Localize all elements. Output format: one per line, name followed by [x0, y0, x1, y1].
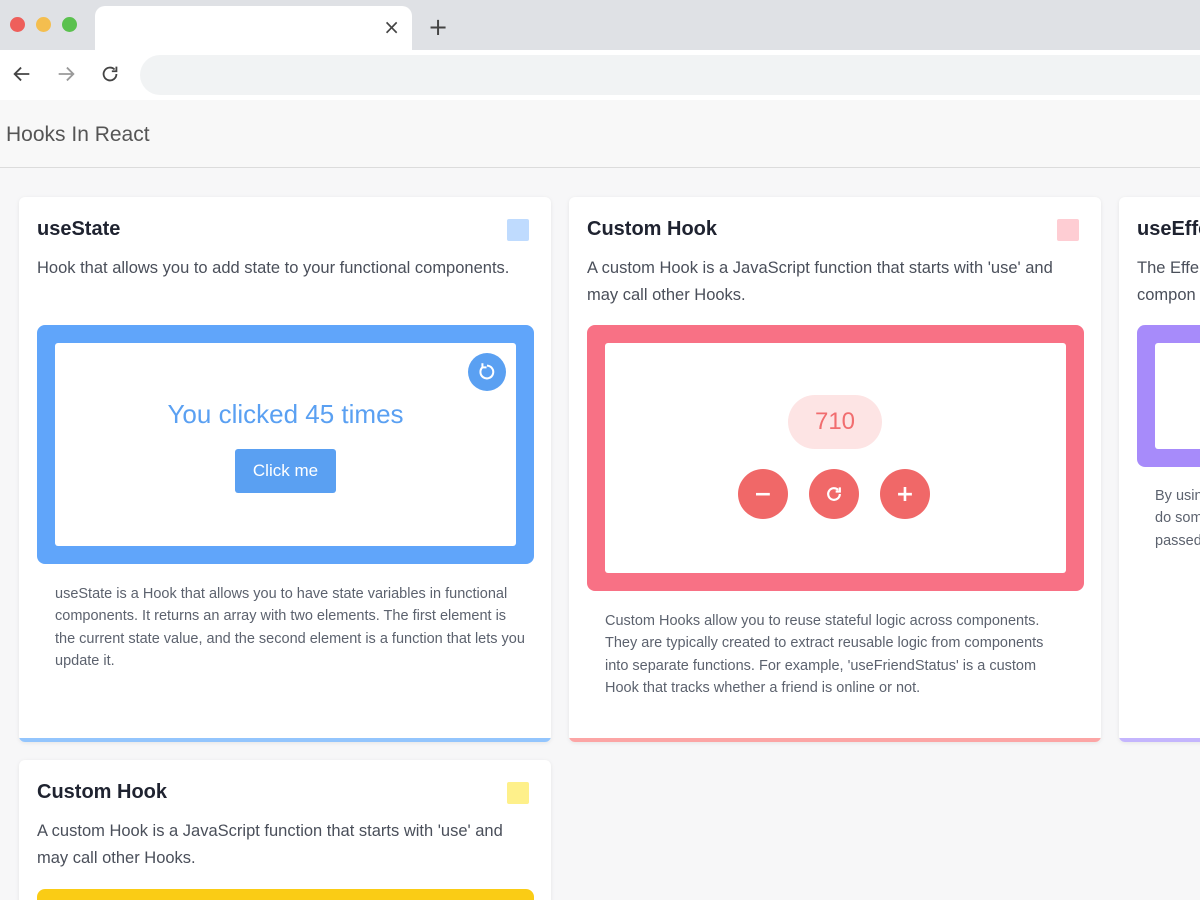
card-note: By usin do som passed	[1155, 485, 1200, 552]
click-me-button[interactable]: Click me	[235, 449, 336, 493]
note-line: passed	[1155, 532, 1200, 549]
card-note: Custom Hooks allow you to reuse stateful…	[605, 613, 1044, 696]
demo-panel: 710 − +	[605, 343, 1066, 573]
card-title: useEffe	[1137, 218, 1200, 240]
reload-icon[interactable]	[96, 60, 124, 88]
card-useeffect: useEffe The Effe compon By usin do som p…	[1119, 197, 1200, 742]
counter-value: 710	[788, 395, 882, 449]
new-tab-icon[interactable]: +	[428, 14, 448, 40]
card-title: Custom Hook	[37, 781, 167, 803]
demo-frame: 710 − +	[587, 325, 1084, 591]
app-title[interactable]: Hooks In React	[6, 123, 150, 147]
app-header: Hooks In React	[0, 100, 1200, 168]
reset-button[interactable]	[809, 469, 859, 519]
back-arrow-icon[interactable]	[8, 60, 36, 88]
browser-tab[interactable]: ×	[95, 6, 412, 50]
demo-panel: You clicked 45 times Click me	[55, 343, 516, 546]
url-input[interactable]	[140, 55, 1200, 95]
card-custom-hook: Custom Hook A custom Hook is a JavaScrip…	[569, 197, 1101, 742]
description-line: compon	[1137, 286, 1196, 304]
demo-frame: You clicked 45 times Click me	[37, 325, 534, 564]
decrement-button[interactable]: −	[738, 469, 788, 519]
window-close-button[interactable]	[10, 17, 25, 32]
demo-panel	[1155, 343, 1200, 449]
browser-address-bar	[0, 50, 1200, 100]
card-note: useState is a Hook that allows you to ha…	[55, 586, 525, 669]
increment-button[interactable]: +	[880, 469, 930, 519]
click-count-text: You clicked 45 times	[167, 399, 404, 429]
color-swatch	[1057, 219, 1079, 241]
card-title: useState	[37, 218, 121, 240]
demo-frame	[37, 889, 534, 900]
card-description: A custom Hook is a JavaScript function t…	[587, 259, 1053, 304]
card-custom-hook-yellow: Custom Hook A custom Hook is a JavaScrip…	[19, 760, 551, 900]
window-minimize-button[interactable]	[36, 17, 51, 32]
note-line: By usin	[1155, 488, 1200, 504]
card-accent-line	[1119, 738, 1200, 742]
card-accent-line	[569, 738, 1101, 742]
card-usestate: useState Hook that allows you to add sta…	[19, 197, 551, 742]
reset-icon	[827, 487, 841, 501]
demo-frame	[1137, 325, 1200, 467]
tab-close-icon[interactable]: ×	[383, 16, 400, 38]
description-line: The Effe	[1137, 259, 1200, 277]
color-swatch	[507, 782, 529, 804]
reset-icon	[479, 363, 495, 380]
card-description: Hook that allows you to add state to you…	[37, 259, 510, 277]
window-maximize-button[interactable]	[62, 17, 77, 32]
browser-tab-bar: × +	[0, 0, 1200, 50]
card-title: Custom Hook	[587, 218, 717, 240]
forward-arrow-icon[interactable]	[52, 60, 80, 88]
reset-button[interactable]	[468, 353, 506, 391]
note-line: do som	[1155, 510, 1200, 527]
card-accent-line	[19, 738, 551, 742]
color-swatch	[507, 219, 529, 241]
card-description: A custom Hook is a JavaScript function t…	[37, 822, 503, 867]
card-description: The Effe compon	[1137, 255, 1200, 309]
